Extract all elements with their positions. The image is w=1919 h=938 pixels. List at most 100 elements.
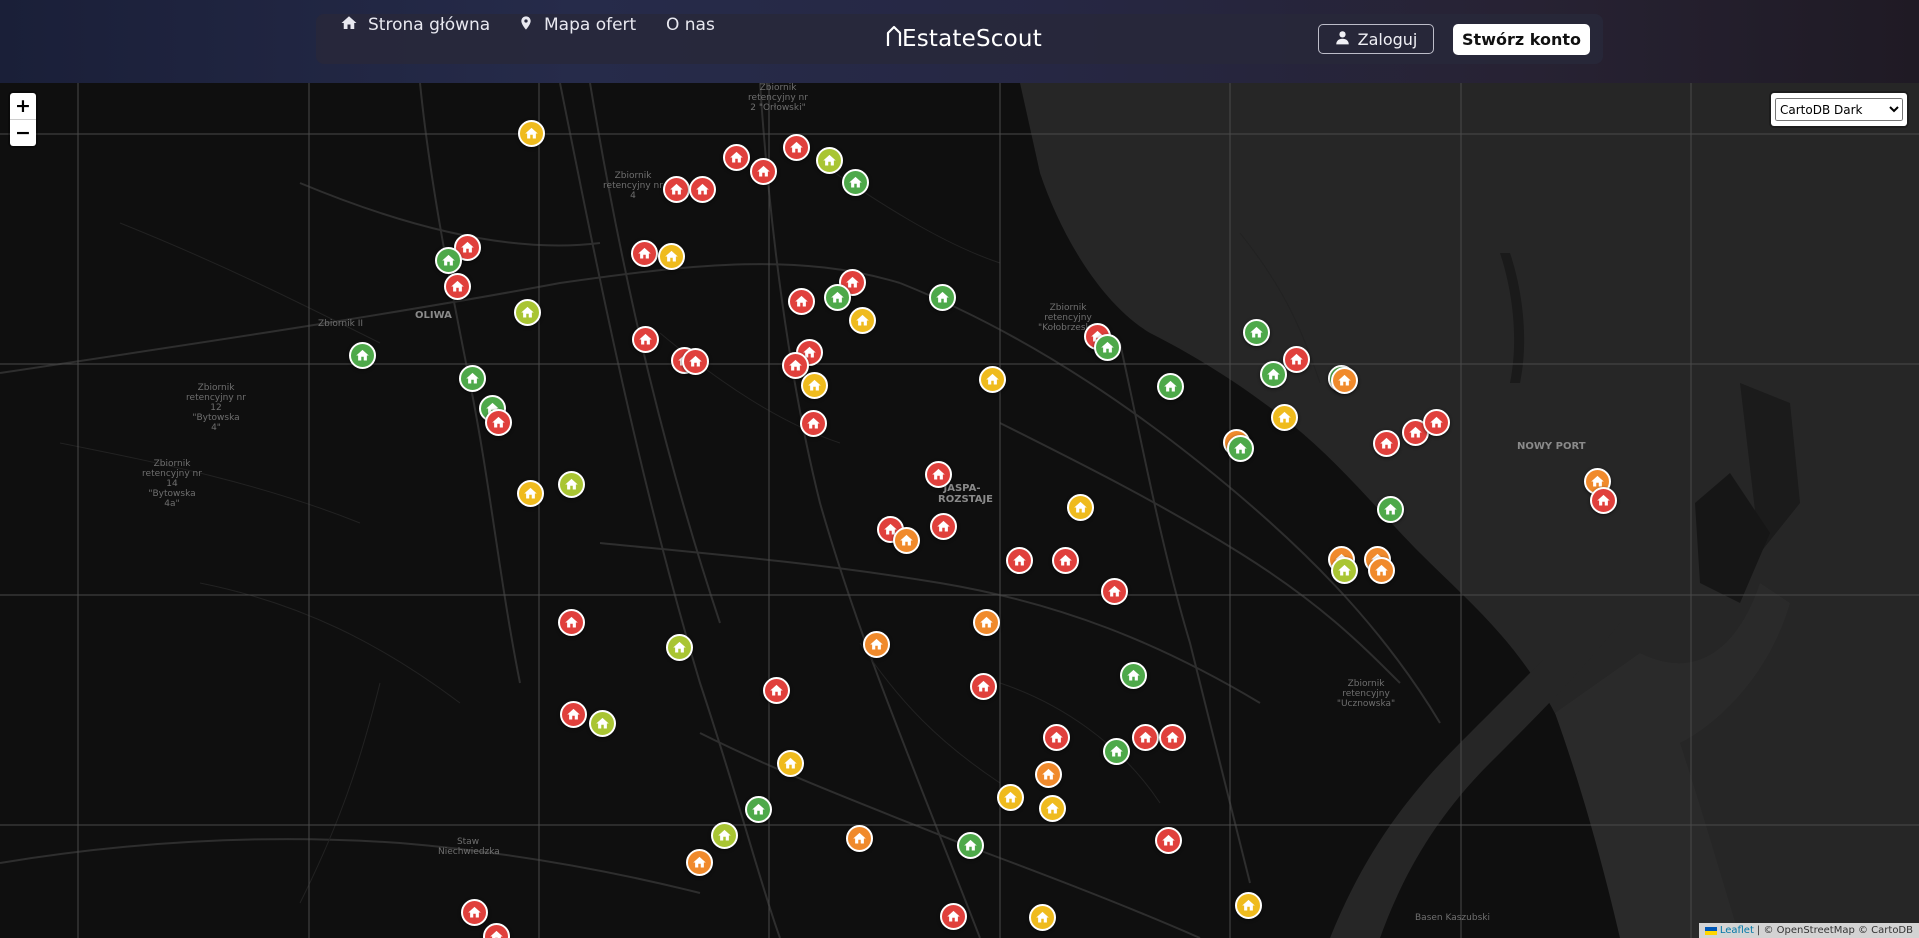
house-icon <box>751 802 766 817</box>
property-marker[interactable] <box>849 307 876 334</box>
property-marker[interactable] <box>1159 724 1186 751</box>
offers-map[interactable]: OLIWA NOWY PORT JASPA-ROZSTAJE Zbiornik … <box>0 83 1919 938</box>
property-marker[interactable] <box>1331 367 1358 394</box>
house-icon <box>1035 910 1050 925</box>
property-marker[interactable] <box>1271 404 1298 431</box>
property-marker[interactable] <box>686 849 713 876</box>
property-marker[interactable] <box>930 513 957 540</box>
property-marker[interactable] <box>461 899 488 926</box>
property-marker[interactable] <box>842 169 869 196</box>
property-marker[interactable] <box>1243 319 1270 346</box>
property-marker[interactable] <box>973 609 1000 636</box>
property-marker[interactable] <box>1043 724 1070 751</box>
property-marker[interactable] <box>658 243 685 270</box>
property-marker[interactable] <box>763 677 790 704</box>
property-marker[interactable] <box>863 631 890 658</box>
property-marker[interactable] <box>957 832 984 859</box>
property-marker[interactable] <box>1283 346 1310 373</box>
tile-layer-select[interactable]: CartoDB Dark <box>1775 98 1903 121</box>
property-marker[interactable] <box>1103 738 1130 765</box>
nav-map-link[interactable]: Mapa ofert <box>518 0 636 50</box>
property-marker[interactable] <box>745 796 772 823</box>
property-marker[interactable] <box>1590 487 1617 514</box>
property-marker[interactable] <box>435 247 462 274</box>
house-icon <box>355 348 370 363</box>
property-marker[interactable] <box>1029 904 1056 931</box>
property-marker[interactable] <box>1377 496 1404 523</box>
property-marker[interactable] <box>1260 361 1287 388</box>
property-marker[interactable] <box>750 158 777 185</box>
property-marker[interactable] <box>800 410 827 437</box>
property-marker[interactable] <box>663 176 690 203</box>
nav-home-link[interactable]: Strona główna <box>340 0 490 50</box>
property-marker[interactable] <box>816 147 843 174</box>
zoom-out-button[interactable]: − <box>10 120 36 146</box>
house-icon <box>688 354 703 369</box>
map-tiles[interactable] <box>0 83 1919 938</box>
property-marker[interactable] <box>1067 494 1094 521</box>
property-marker[interactable] <box>1101 578 1128 605</box>
property-marker[interactable] <box>1368 557 1395 584</box>
property-marker[interactable] <box>459 365 486 392</box>
property-marker[interactable] <box>560 701 587 728</box>
property-marker[interactable] <box>1094 334 1121 361</box>
house-icon <box>1041 767 1056 782</box>
property-marker[interactable] <box>777 750 804 777</box>
property-marker[interactable] <box>1052 547 1079 574</box>
property-marker[interactable] <box>1006 547 1033 574</box>
property-marker[interactable] <box>631 240 658 267</box>
property-marker[interactable] <box>1157 373 1184 400</box>
register-button[interactable]: Stwórz konto <box>1453 24 1590 55</box>
property-marker[interactable] <box>1331 557 1358 584</box>
property-marker[interactable] <box>997 784 1024 811</box>
property-marker[interactable] <box>1039 795 1066 822</box>
property-marker[interactable] <box>485 409 512 436</box>
property-marker[interactable] <box>1423 409 1450 436</box>
property-marker[interactable] <box>632 326 659 353</box>
property-marker[interactable] <box>801 372 828 399</box>
property-marker[interactable] <box>783 134 810 161</box>
property-marker[interactable] <box>689 176 716 203</box>
zoom-in-button[interactable]: + <box>10 93 36 120</box>
brand-logo[interactable]: EstateScout <box>886 22 1042 56</box>
house-icon <box>489 929 504 938</box>
leaflet-link[interactable]: Leaflet <box>1720 925 1754 936</box>
property-marker[interactable] <box>1373 430 1400 457</box>
property-marker[interactable] <box>1120 662 1147 689</box>
house-icon <box>637 246 652 261</box>
property-marker[interactable] <box>788 288 815 315</box>
property-marker[interactable] <box>1235 892 1262 919</box>
house-icon <box>769 683 784 698</box>
nav-about-link[interactable]: O nas <box>666 0 715 50</box>
property-marker[interactable] <box>846 825 873 852</box>
property-marker[interactable] <box>929 284 956 311</box>
property-marker[interactable] <box>1035 761 1062 788</box>
property-marker[interactable] <box>518 120 545 147</box>
property-marker[interactable] <box>970 673 997 700</box>
property-marker[interactable] <box>444 273 471 300</box>
property-marker[interactable] <box>940 903 967 930</box>
login-button[interactable]: Zaloguj <box>1318 24 1434 54</box>
property-marker[interactable] <box>925 461 952 488</box>
property-marker[interactable] <box>517 480 544 507</box>
nav-home-label: Strona główna <box>368 15 491 35</box>
house-icon <box>794 294 809 309</box>
property-marker[interactable] <box>723 144 750 171</box>
house-icon <box>564 477 579 492</box>
property-marker[interactable] <box>1132 724 1159 751</box>
property-marker[interactable] <box>666 634 693 661</box>
house-icon <box>669 182 684 197</box>
property-marker[interactable] <box>824 284 851 311</box>
property-marker[interactable] <box>1227 435 1254 462</box>
property-marker[interactable] <box>979 366 1006 393</box>
property-marker[interactable] <box>682 348 709 375</box>
property-marker[interactable] <box>589 710 616 737</box>
property-marker[interactable] <box>558 471 585 498</box>
property-marker[interactable] <box>558 609 585 636</box>
property-marker[interactable] <box>514 299 541 326</box>
property-marker[interactable] <box>893 527 920 554</box>
property-marker[interactable] <box>349 342 376 369</box>
house-icon <box>1165 730 1180 745</box>
property-marker[interactable] <box>711 822 738 849</box>
property-marker[interactable] <box>1155 827 1182 854</box>
